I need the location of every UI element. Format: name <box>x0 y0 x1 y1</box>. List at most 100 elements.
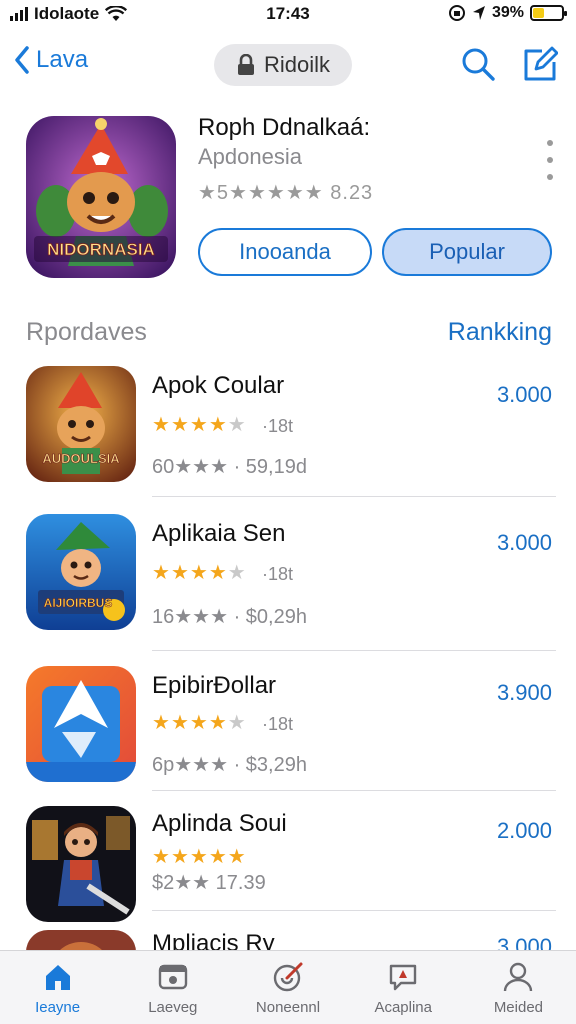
star-icon: ★ <box>208 562 228 584</box>
compose-button[interactable] <box>522 46 559 82</box>
app-art: AUDOULSIA <box>26 366 136 482</box>
chevron-left-icon <box>15 46 29 74</box>
app-name: Aplikaia Sen <box>152 520 286 547</box>
status-bar: Idolaote 17:43 39% <box>0 0 576 30</box>
location-icon <box>472 6 485 20</box>
star-icon: ★ <box>227 414 247 436</box>
tab-label: Noneennl <box>255 999 321 1016</box>
back-button[interactable]: Lava <box>14 46 88 74</box>
battery-percent: 39% <box>491 4 524 21</box>
featured-title: Roph Ddnalkaá: <box>198 114 371 141</box>
nav-actions <box>460 46 559 82</box>
star-icon: ★ <box>189 712 209 734</box>
nav-bar: Lava Ridoilk <box>0 40 576 90</box>
row-divider <box>152 790 556 791</box>
app-meta-b: 16★★★ · $0,29h <box>152 606 307 628</box>
more-dot-icon <box>547 174 553 180</box>
app-icon <box>26 666 136 782</box>
app-name: Aplinda Soui <box>152 810 287 837</box>
tab-bar: Ieayne Laeveg Noneennl Acaplina Meided <box>0 950 576 1024</box>
compass-icon <box>273 962 303 992</box>
tab-profile[interactable]: Meided <box>461 951 576 1024</box>
list-item[interactable]: Mpliacis Ry 3.000 <box>0 926 576 952</box>
tab-label: Ieayne <box>35 999 81 1016</box>
star-icon: ★ <box>152 414 171 436</box>
ranking-link[interactable]: Rankking <box>448 318 552 347</box>
featured-outline-button[interactable]: Inooanda <box>198 228 372 276</box>
star-icon: ★ <box>152 712 171 734</box>
price-button[interactable]: 2.000 <box>497 818 552 844</box>
list-item[interactable]: AIJIOIRBUS Aplikaia Sen ★★★★★ ·18t 16★★★… <box>0 510 576 651</box>
app-meta-b: $2★★ 17.39 <box>152 872 266 894</box>
compose-icon <box>524 46 559 81</box>
tab-label: Meided <box>493 999 544 1016</box>
app-meta-a: ·18t <box>262 714 294 734</box>
app-name: EpibirƉollar <box>152 672 277 699</box>
tab-media[interactable]: Laeveg <box>115 951 230 1024</box>
app-icon <box>26 930 136 952</box>
star-icon: ★ <box>208 414 228 436</box>
app-name: Mpliacis Ry <box>152 930 275 952</box>
star-icon: ★ <box>152 562 171 584</box>
more-dot-icon <box>547 157 553 163</box>
more-dot-icon <box>547 140 553 146</box>
star-rating: ★★★★★ <box>152 560 247 585</box>
nav-title: Ridoilk <box>263 52 331 77</box>
star-icon: ★ <box>227 562 247 584</box>
section-title: Rpordaves <box>26 318 147 346</box>
app-meta-a: ·18t <box>262 564 294 584</box>
featured-rating: ★5★★★★★ 8.23 <box>198 182 374 204</box>
star-icon: ★ <box>170 562 190 584</box>
price-button[interactable]: 3.000 <box>497 382 552 408</box>
featured-app-icon[interactable]: NIDORNASIA <box>26 116 176 278</box>
app-icon: AUDOULSIA <box>26 366 136 482</box>
star-icon: ★ <box>152 846 171 868</box>
star-rating: ★★★★★ <box>152 412 247 437</box>
app-art <box>26 930 136 952</box>
more-options-button[interactable] <box>544 140 556 180</box>
app-art <box>26 666 136 782</box>
app-art: AIJIOIRBUS <box>26 514 136 630</box>
star-rating: ★★★★★ <box>152 844 247 869</box>
featured-subtitle: Apdonesia <box>198 144 302 169</box>
search-icon <box>462 48 495 81</box>
tab-home[interactable]: Ieayne <box>0 951 115 1024</box>
star-icon: ★ <box>208 846 228 868</box>
media-icon <box>158 964 187 990</box>
featured-app: NIDORNASIA Roph Ddnalkaá: Apdonesia ★5★★… <box>0 110 576 290</box>
row-divider <box>152 650 556 651</box>
app-meta-b: 6p★★★ · $3,29h <box>152 754 307 776</box>
star-icon: ★ <box>170 712 190 734</box>
price-button[interactable]: 3.900 <box>497 680 552 706</box>
star-rating: ★★★★★ <box>152 710 247 735</box>
tab-label: Acaplina <box>374 999 432 1016</box>
app-icon-caption: AIJIOIRBUS <box>44 596 113 610</box>
row-divider <box>152 910 556 911</box>
status-right: 39% <box>448 4 567 22</box>
featured-icon-caption: NIDORNASIA <box>47 240 155 259</box>
lock-icon <box>237 54 254 75</box>
list-item[interactable]: Aplinda Soui ★★★★★ $2★★ 17.39 2.000 <box>0 804 576 944</box>
app-meta-a: ·18t <box>262 416 294 436</box>
tab-label: Laeveg <box>148 999 198 1016</box>
section-header: Rpordaves Rankking <box>0 318 576 352</box>
nav-title-pill[interactable]: Ridoilk <box>214 44 352 86</box>
search-button[interactable] <box>460 46 496 82</box>
list-item[interactable]: AUDOULSIA Apok Coular ★★★★★ ·18t 60★★★ ·… <box>0 362 576 502</box>
featured-popular-button[interactable]: Popular <box>382 228 552 276</box>
price-button[interactable]: 3.000 <box>497 530 552 556</box>
person-icon <box>504 962 533 992</box>
tab-explore[interactable]: Noneennl <box>230 951 345 1024</box>
app-icon <box>26 806 136 922</box>
star-icon: ★ <box>227 712 247 734</box>
star-icon: ★ <box>170 846 190 868</box>
tab-apps[interactable]: Acaplina <box>346 951 461 1024</box>
star-icon: ★ <box>227 846 247 868</box>
app-icon-caption: AUDOULSIA <box>42 451 120 466</box>
battery-icon <box>530 5 567 21</box>
orientation-lock-icon <box>448 5 465 21</box>
star-icon: ★ <box>189 846 209 868</box>
app-art <box>26 806 136 922</box>
star-icon: ★ <box>189 414 209 436</box>
list-item[interactable]: EpibirƉollar ★★★★★ ·18t 6p★★★ · $3,29h 3… <box>0 664 576 804</box>
